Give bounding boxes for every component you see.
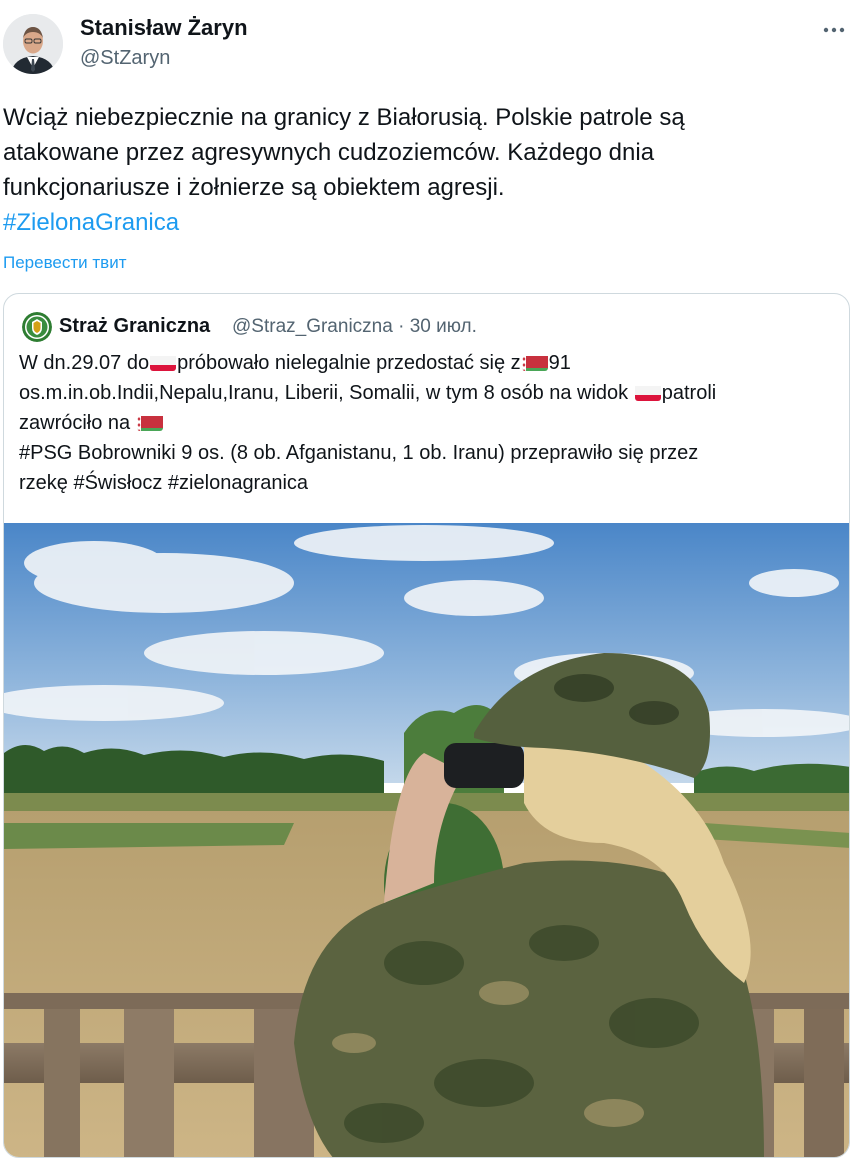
quoted-date[interactable]: 30 июл.	[410, 316, 477, 337]
quoted-text-segment: 91	[548, 352, 571, 374]
author-avatar[interactable]	[3, 14, 63, 74]
quoted-line: rzekę #Świsłocz #zielonagranica	[19, 472, 309, 494]
hashtag-link[interactable]: #ZielonaGranica	[3, 205, 849, 240]
quoted-text-segment: próbowało nielegalnie przedostać się z	[177, 352, 521, 374]
tweet-text: Wciąż niebezpiecznie na granicy z Białor…	[3, 100, 849, 240]
tweet-line: Wciąż niebezpiecznie na granicy z Białor…	[3, 104, 685, 131]
quoted-line: #PSG Bobrowniki 9 os. (8 ob. Afganistanu…	[19, 442, 699, 464]
translate-tweet-link[interactable]: Перевести твит	[3, 253, 126, 273]
quoted-author-avatar[interactable]	[22, 312, 52, 342]
poland-flag-icon	[150, 353, 177, 371]
quoted-text-segment: patroli	[661, 382, 717, 404]
belarus-flag-icon	[521, 353, 548, 371]
more-horizontal-icon[interactable]	[820, 16, 848, 44]
quoted-text: W dn.29.07 do próbowało nielegalnie przed…	[19, 348, 839, 498]
quoted-author-handle[interactable]: @Straz_Graniczna	[232, 316, 393, 337]
quoted-photo[interactable]	[4, 523, 849, 1157]
quoted-text-segment: W dn.29.07 do	[19, 352, 150, 374]
quoted-line: zawróciło na	[19, 408, 839, 438]
quoted-text-segment: zawróciło na	[19, 412, 136, 434]
quoted-text-segment: os.m.in.ob.Indii,Nepalu,Iranu, Liberii, …	[19, 382, 634, 404]
poland-flag-icon	[634, 383, 661, 401]
quoted-meta: @Straz_Graniczna · 30 июл.	[232, 316, 477, 338]
belarus-flag-icon	[136, 413, 163, 431]
tweet-line: funkcjonariusze i żołnierze są obiektem …	[3, 174, 505, 201]
quoted-line: W dn.29.07 do próbowało nielegalnie przed…	[19, 348, 839, 378]
meta-separator: ·	[398, 316, 405, 337]
author-name[interactable]: Stanisław Żaryn	[80, 15, 248, 41]
quoted-tweet[interactable]: Straż Graniczna @Straz_Graniczna · 30 ию…	[3, 293, 850, 1158]
author-handle[interactable]: @StZaryn	[80, 47, 170, 70]
tweet-line: atakowane przez agresywnych cudzoziemców…	[3, 139, 655, 166]
quoted-author-name[interactable]: Straż Graniczna	[59, 315, 210, 338]
quoted-line: os.m.in.ob.Indii,Nepalu,Iranu, Liberii, …	[19, 378, 839, 408]
